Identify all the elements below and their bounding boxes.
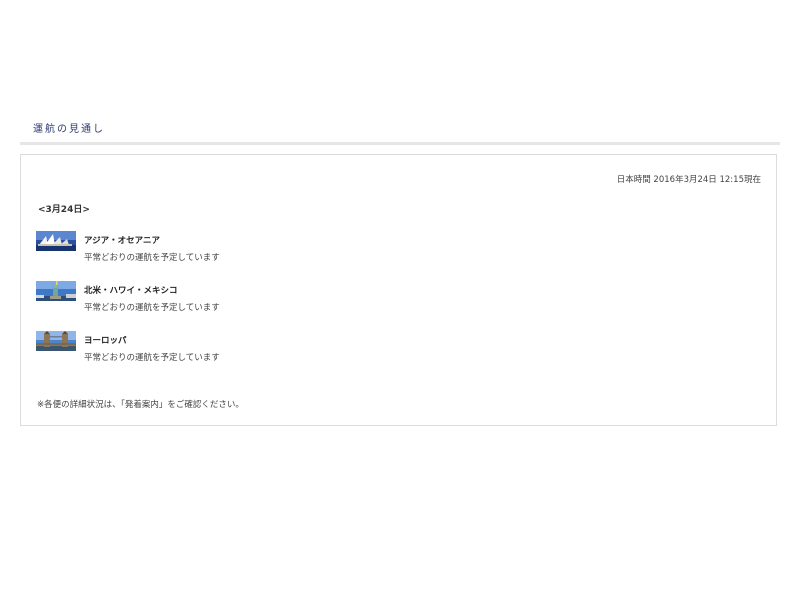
region-status: 平常どおりの運航を予定しています: [84, 353, 220, 363]
section-title: 運航の見通し: [33, 124, 105, 135]
timestamp: 日本時間 2016年3月24日 12:15現在: [616, 175, 761, 185]
date-heading: <3月24日>: [38, 205, 90, 215]
sydney-opera-house-icon: [36, 231, 76, 251]
region-name: ヨーロッパ: [84, 336, 127, 346]
region-name: アジア・オセアニア: [84, 236, 160, 246]
region-row-north-america: 北米・ハワイ・メキシコ 平常どおりの運航を予定しています: [36, 281, 536, 315]
statue-of-liberty-icon: [36, 281, 76, 301]
region-name: 北米・ハワイ・メキシコ: [84, 286, 178, 296]
region-status: 平常どおりの運航を予定しています: [84, 253, 220, 263]
region-row-asia-oceania: アジア・オセアニア 平常どおりの運航を予定しています: [36, 231, 536, 265]
region-status: 平常どおりの運航を予定しています: [84, 303, 220, 313]
tower-bridge-icon: [36, 331, 76, 351]
region-row-europe: ヨーロッパ 平常どおりの運航を予定しています: [36, 331, 536, 365]
footnote: ※各便の詳細状況は、「発着案内」をご確認ください。: [37, 400, 244, 410]
section-divider: [20, 142, 780, 145]
flight-outlook-panel: 日本時間 2016年3月24日 12:15現在 <3月24日> アジア・オセアニ…: [20, 154, 777, 426]
